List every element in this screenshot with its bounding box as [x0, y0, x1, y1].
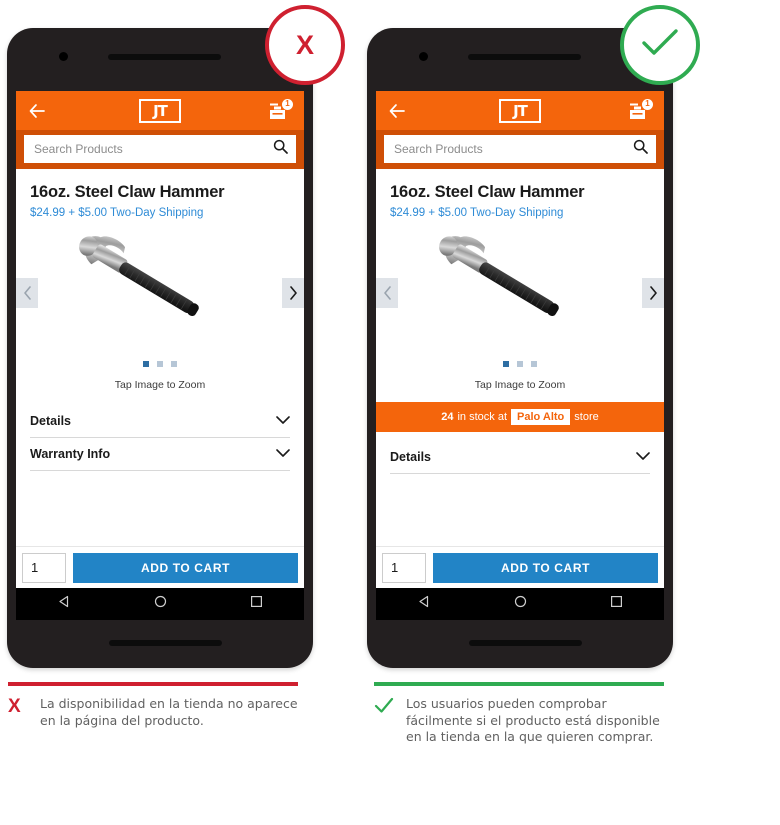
- quantity-input[interactable]: 1: [382, 552, 426, 583]
- app-bar: JT 1: [16, 91, 304, 130]
- search-icon[interactable]: [273, 139, 288, 159]
- caption-x-glyph: X: [8, 696, 21, 717]
- accordion-details-label: Details: [30, 414, 71, 428]
- android-back-triangle-icon[interactable]: [58, 595, 71, 613]
- store-name-chip[interactable]: Palo Alto: [511, 409, 571, 425]
- accordion-warranty-label: Warranty Info: [30, 447, 111, 461]
- caption-good-text: Los usuarios pueden comprobar fácilmente…: [406, 696, 660, 745]
- phone-screen-good: JT 1 Search Products 16oz. Steel Claw Ha…: [376, 91, 664, 588]
- android-home-circle-icon[interactable]: [514, 595, 527, 613]
- carousel-dot-1[interactable]: [143, 361, 149, 367]
- store-stock-banner[interactable]: 24 in stock at Palo Alto store: [376, 402, 664, 432]
- toolbox-cart-icon[interactable]: 1: [627, 98, 653, 122]
- phone-frame-good: JT 1 Search Products 16oz. Steel Claw Ha…: [367, 28, 673, 668]
- caption-good: Los usuarios pueden comprobar fácilmente…: [374, 682, 664, 746]
- brand-logo[interactable]: JT: [139, 98, 181, 123]
- carousel-dots[interactable]: [376, 361, 664, 367]
- product-title: 16oz. Steel Claw Hammer: [30, 183, 225, 201]
- caption-bad: X La disponibilidad en la tienda no apar…: [8, 682, 298, 729]
- brand-logo[interactable]: JT: [499, 98, 541, 123]
- accordion-warranty[interactable]: Warranty Info: [30, 438, 290, 471]
- carousel-dot-3[interactable]: [171, 361, 177, 367]
- search-placeholder: Search Products: [34, 142, 123, 156]
- add-to-cart-bar: 1 ADD TO CART: [376, 546, 664, 588]
- carousel-prev-button[interactable]: [16, 278, 38, 308]
- stock-text-before: in stock at: [457, 411, 508, 423]
- phone-frame-bad: JT 1 Search Products 16oz. Steel Claw Ha…: [7, 28, 313, 668]
- earpiece-speaker: [468, 54, 581, 60]
- stock-quantity: 24: [441, 411, 454, 423]
- phone-screen-bad: JT 1 Search Products 16oz. Steel Claw Ha…: [16, 91, 304, 588]
- cart-badge-count: 1: [642, 98, 653, 110]
- chevron-down-icon[interactable]: [636, 448, 650, 466]
- android-recents-square-icon[interactable]: [610, 595, 623, 613]
- add-to-cart-button[interactable]: ADD TO CART: [433, 552, 658, 583]
- carousel-dots[interactable]: [16, 361, 304, 367]
- chevron-down-icon[interactable]: [276, 445, 290, 463]
- search-input[interactable]: Search Products: [24, 135, 296, 163]
- quantity-input[interactable]: 1: [22, 552, 66, 583]
- carousel-prev-button[interactable]: [376, 278, 398, 308]
- x-mark-icon: X: [295, 29, 314, 60]
- android-home-circle-icon[interactable]: [154, 595, 167, 613]
- check-mark-icon: [641, 28, 679, 63]
- brand-logo-text: JT: [153, 101, 168, 120]
- carousel-next-button[interactable]: [282, 278, 304, 308]
- front-camera-icon: [59, 52, 68, 61]
- caption-bad-text: La disponibilidad en la tienda no aparec…: [40, 696, 298, 728]
- add-to-cart-bar: 1 ADD TO CART: [16, 546, 304, 588]
- stock-text-after: store: [574, 411, 599, 423]
- android-nav-bar: [16, 588, 304, 620]
- zoom-hint-text: Tap Image to Zoom: [474, 379, 566, 391]
- product-price-line: $24.99 + $5.00 Two-Day Shipping: [30, 207, 204, 219]
- accordion-details-label: Details: [390, 450, 431, 464]
- app-bar: JT 1: [376, 91, 664, 130]
- carousel-dot-2[interactable]: [157, 361, 163, 367]
- product-image-carousel[interactable]: [16, 227, 304, 359]
- toolbox-cart-icon[interactable]: 1: [267, 98, 293, 122]
- search-icon[interactable]: [633, 139, 648, 159]
- carousel-dot-3[interactable]: [531, 361, 537, 367]
- caption-check-mark-icon: [374, 696, 396, 746]
- bottom-speaker-bar: [109, 640, 222, 646]
- accordion-details[interactable]: Details: [390, 441, 650, 474]
- add-to-cart-button[interactable]: ADD TO CART: [73, 552, 298, 583]
- caption-x-mark-icon: X: [8, 696, 30, 729]
- carousel-dot-2[interactable]: [517, 361, 523, 367]
- search-placeholder: Search Products: [394, 142, 483, 156]
- status-badge-bad: X: [265, 5, 345, 85]
- accordion-details[interactable]: Details: [30, 405, 290, 438]
- product-image-carousel[interactable]: [376, 227, 664, 359]
- earpiece-speaker: [108, 54, 221, 60]
- android-recents-square-icon[interactable]: [250, 595, 263, 613]
- back-arrow-icon[interactable]: [28, 102, 46, 120]
- search-input[interactable]: Search Products: [384, 135, 656, 163]
- product-image[interactable]: [54, 235, 234, 330]
- cart-badge-count: 1: [282, 98, 293, 110]
- front-camera-icon: [419, 52, 428, 61]
- zoom-hint-text: Tap Image to Zoom: [114, 379, 206, 391]
- android-nav-bar: [376, 588, 664, 620]
- search-strip: Search Products: [16, 130, 304, 169]
- product-title: 16oz. Steel Claw Hammer: [390, 183, 585, 201]
- bottom-speaker-bar: [469, 640, 582, 646]
- chevron-down-icon[interactable]: [276, 412, 290, 430]
- brand-logo-text: JT: [513, 101, 528, 120]
- product-image[interactable]: [414, 235, 594, 330]
- android-back-triangle-icon[interactable]: [418, 595, 431, 613]
- back-arrow-icon[interactable]: [388, 102, 406, 120]
- search-strip: Search Products: [376, 130, 664, 169]
- product-price-line: $24.99 + $5.00 Two-Day Shipping: [390, 207, 564, 219]
- carousel-dot-1[interactable]: [503, 361, 509, 367]
- status-badge-good: [620, 5, 700, 85]
- carousel-next-button[interactable]: [642, 278, 664, 308]
